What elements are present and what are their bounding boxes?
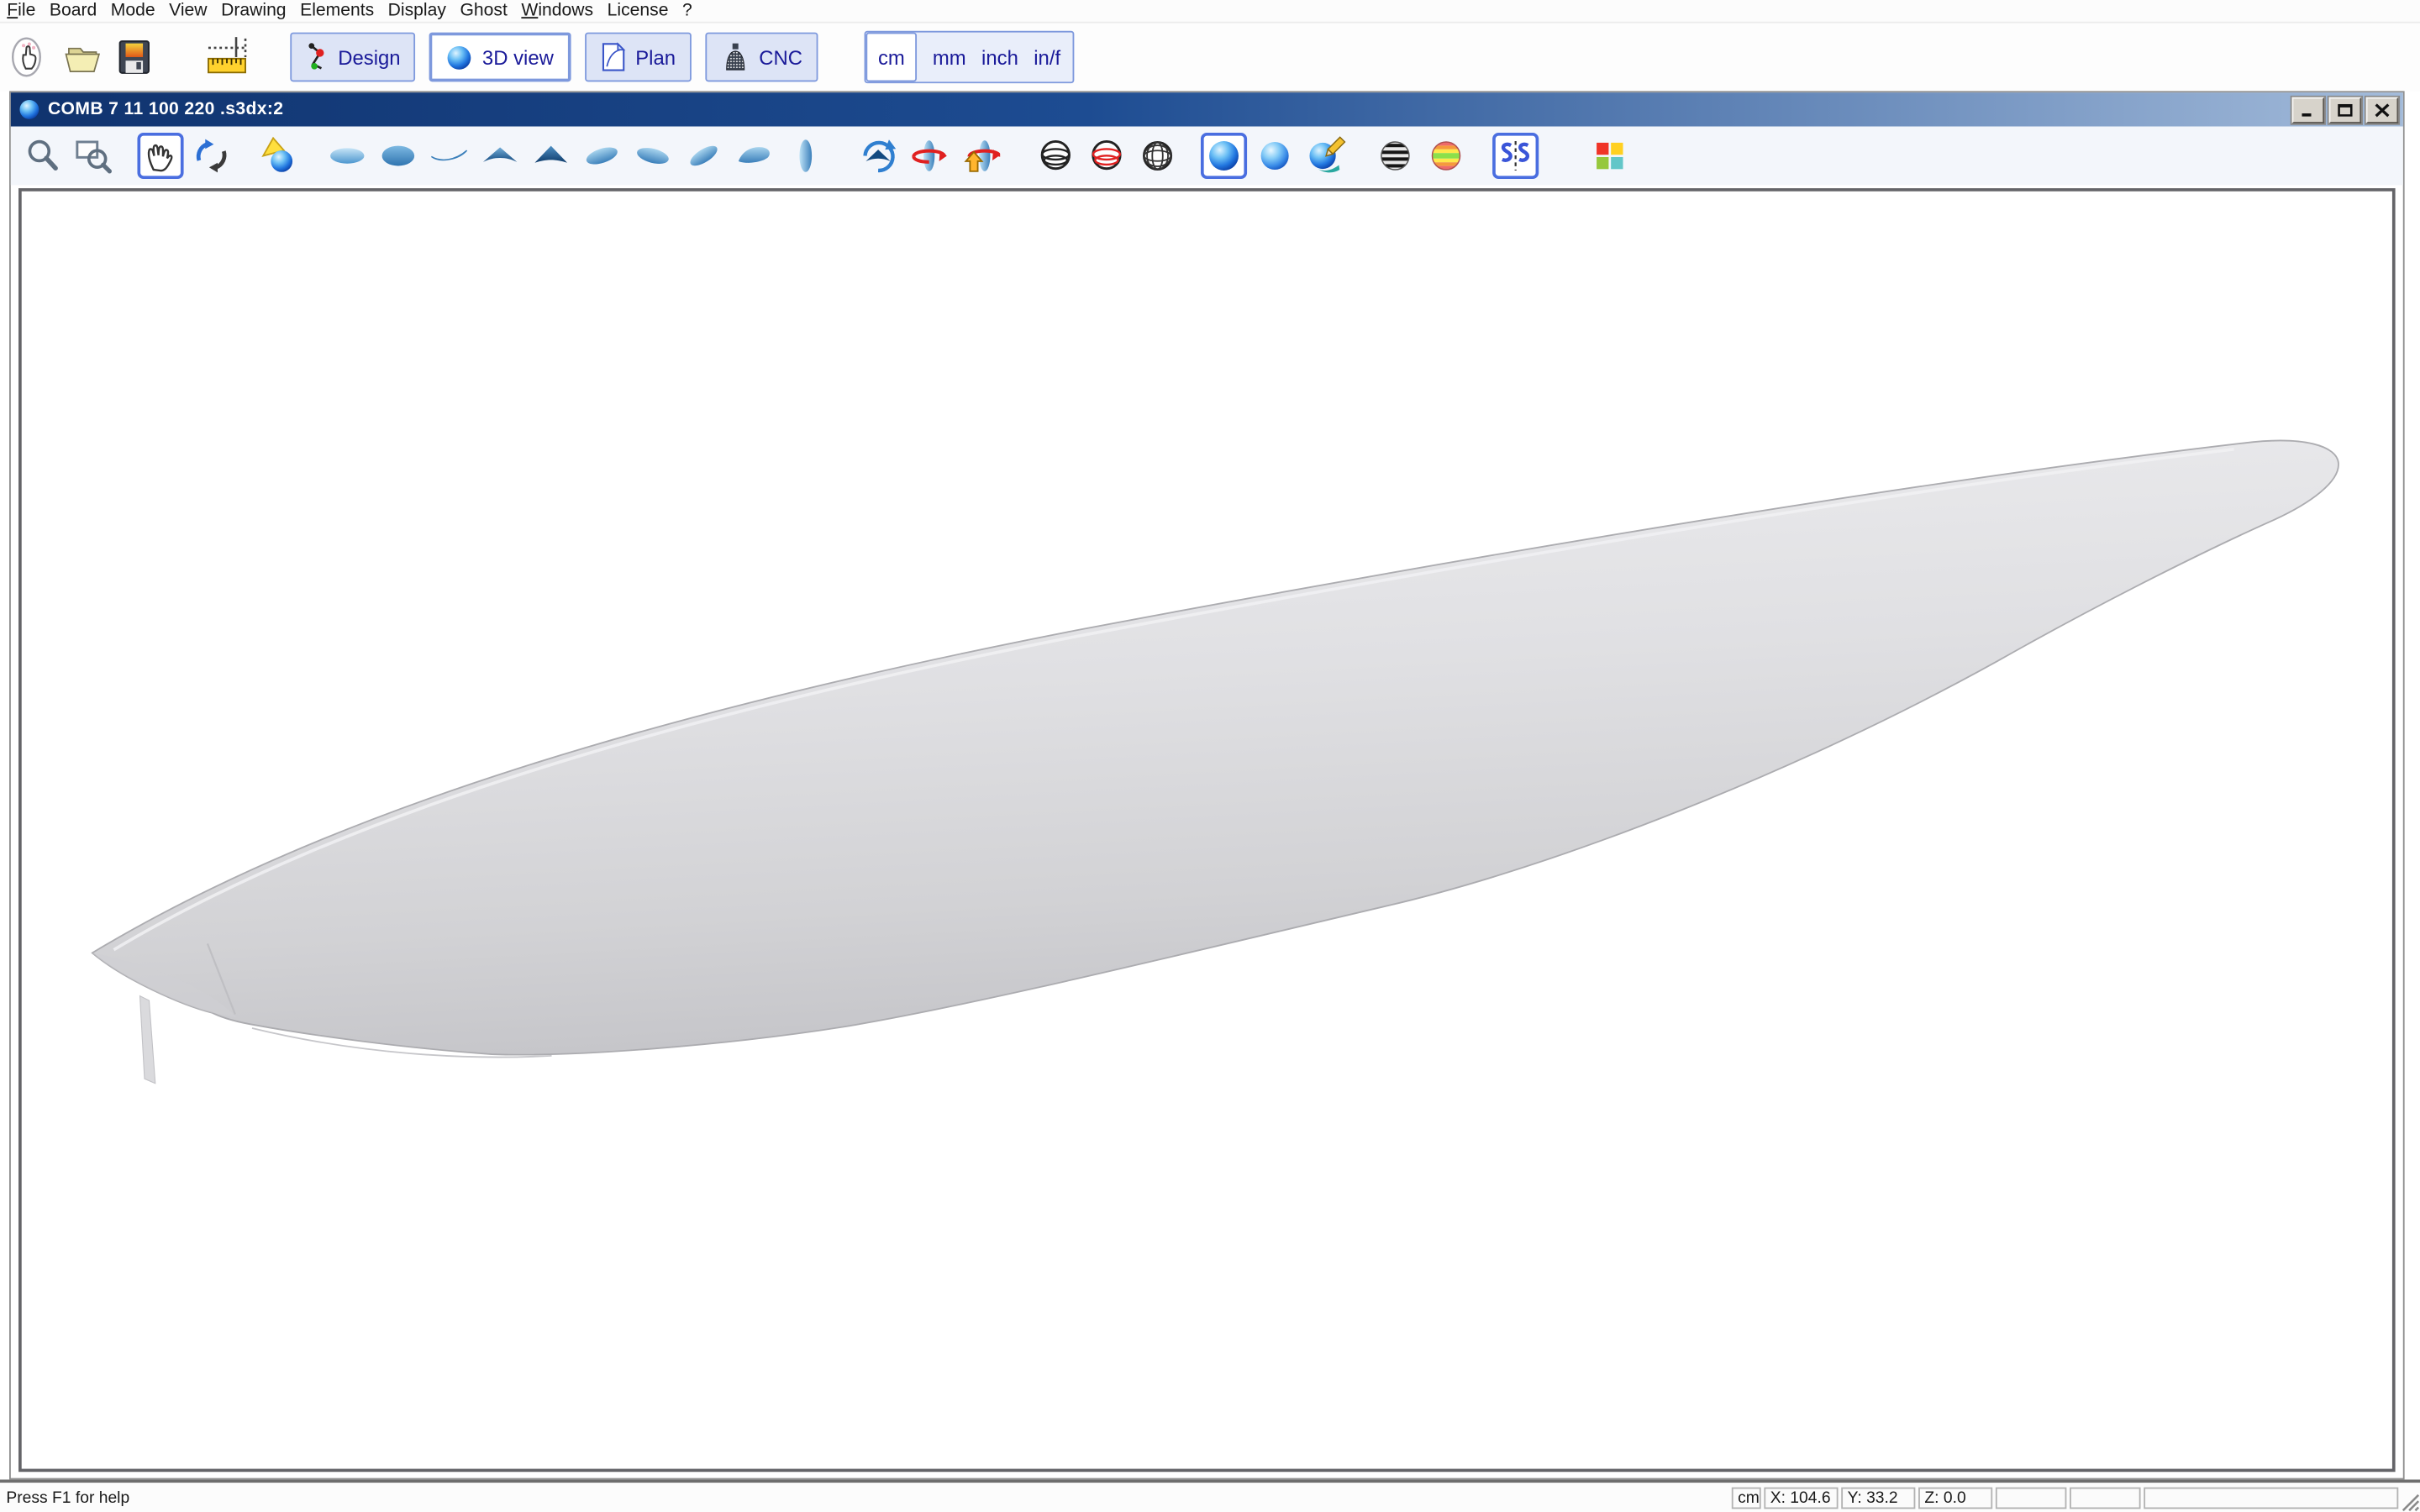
render-design-icon[interactable]: [1302, 133, 1349, 179]
view-vertical-icon[interactable]: [782, 133, 829, 179]
view-perspective-1-icon[interactable]: [579, 133, 625, 179]
maximize-button[interactable]: [2329, 97, 2362, 123]
document-window: COMB 7 11 100 220 .s3dx:2: [9, 91, 2405, 1479]
view-toolbar: [11, 127, 2403, 186]
status-y-coord: Y: 33.2: [1841, 1487, 1915, 1509]
plan-icon: [600, 42, 626, 73]
3d-view-button-label: 3D view: [482, 45, 554, 69]
rotate-3d-icon[interactable]: [188, 133, 234, 179]
plan-button[interactable]: Plan: [585, 33, 692, 82]
resize-grip[interactable]: [2396, 1488, 2420, 1512]
main-toolbar: Design 3D view Plan CNC cm mm: [0, 24, 2420, 92]
status-unit: cm: [1732, 1487, 1761, 1509]
surfboard-fin: [140, 996, 155, 1084]
plan-button-label: Plan: [635, 45, 676, 69]
render-mesh-icon[interactable]: [1134, 133, 1181, 179]
menu-item-elements[interactable]: Elements: [293, 2, 381, 20]
application-window: File Board Mode View Drawing Elements Di…: [0, 0, 2420, 1512]
unit-option-mm[interactable]: mm: [933, 45, 966, 69]
cnc-button-label: CNC: [759, 45, 802, 69]
open-folder-icon[interactable]: [59, 34, 105, 80]
menu-item-help[interactable]: ?: [676, 2, 699, 20]
surfboard-3d-render: [22, 192, 2392, 1469]
status-help-text: Press F1 for help: [6, 1488, 129, 1507]
windows-tile-icon[interactable]: [1586, 133, 1633, 179]
save-icon[interactable]: [111, 34, 157, 80]
menu-item-view[interactable]: View: [162, 2, 214, 20]
design-icon: [306, 42, 329, 73]
document-titlebar[interactable]: COMB 7 11 100 220 .s3dx:2: [11, 92, 2403, 126]
dimensions-icon[interactable]: [203, 34, 250, 80]
design-button[interactable]: Design: [290, 33, 416, 82]
status-z-coord: Z: 0.0: [1918, 1487, 1992, 1509]
render-wireframe-red-icon[interactable]: [1083, 133, 1129, 179]
menu-item-board[interactable]: Board: [43, 2, 104, 20]
view-side-icon[interactable]: [426, 133, 472, 179]
render-wireframe-icon[interactable]: [1033, 133, 1079, 179]
status-bar: Press F1 for help cm X: 104.6 Y: 33.2 Z:…: [0, 1479, 2420, 1512]
status-x-coord: X: 104.6: [1764, 1487, 1838, 1509]
cnc-tool-icon: [720, 42, 750, 73]
unit-option-cm[interactable]: cm: [865, 33, 917, 82]
spin-board-icon[interactable]: [906, 133, 952, 179]
3d-view-button[interactable]: 3D view: [429, 33, 571, 82]
document-icon: [18, 99, 40, 121]
view-perspective-2-icon[interactable]: [629, 133, 676, 179]
menu-item-windows[interactable]: Windows: [514, 2, 600, 20]
view-perspective-4-icon[interactable]: [732, 133, 778, 179]
design-button-label: Design: [338, 45, 400, 69]
view-front-icon[interactable]: [477, 133, 523, 179]
units-selector: cm mm inch in/f: [864, 31, 1074, 83]
cnc-button[interactable]: CNC: [705, 33, 818, 82]
menu-item-ghost[interactable]: Ghost: [453, 2, 514, 20]
render-colormap-icon[interactable]: [1423, 133, 1469, 179]
zoom-area-icon[interactable]: [71, 133, 117, 179]
minimize-button[interactable]: [2292, 97, 2325, 123]
unit-option-inch[interactable]: inch: [981, 45, 1018, 69]
pan-icon[interactable]: [137, 133, 183, 179]
menu-item-display[interactable]: Display: [381, 2, 453, 20]
view-back-icon[interactable]: [528, 133, 574, 179]
render-stripes-icon[interactable]: [1372, 133, 1418, 179]
status-empty-2: [2070, 1487, 2140, 1509]
sphere-icon: [447, 44, 473, 70]
symmetry-icon[interactable]: [1492, 133, 1539, 179]
menu-item-drawing[interactable]: Drawing: [214, 2, 293, 20]
surfboard-outline: [92, 441, 2338, 1055]
menu-item-file[interactable]: File: [0, 2, 43, 20]
unit-option-inf[interactable]: in/f: [1034, 45, 1060, 69]
rotate-board-icon[interactable]: [855, 133, 902, 179]
lighting-icon[interactable]: [255, 133, 301, 179]
raise-board-icon[interactable]: [957, 133, 1003, 179]
view-top-icon[interactable]: [324, 133, 371, 179]
document-title: COMB 7 11 100 220 .s3dx:2: [48, 100, 2287, 118]
new-board-icon[interactable]: [6, 34, 52, 80]
render-shaded-icon[interactable]: [1201, 133, 1247, 179]
menu-bar: File Board Mode View Drawing Elements Di…: [0, 0, 2420, 24]
3d-canvas[interactable]: [18, 188, 2396, 1472]
view-bottom-icon[interactable]: [375, 133, 421, 179]
menu-item-license[interactable]: License: [600, 2, 675, 20]
menu-item-mode[interactable]: Mode: [103, 2, 161, 20]
render-smooth-icon[interactable]: [1252, 133, 1298, 179]
zoom-icon[interactable]: [20, 133, 66, 179]
status-empty-1: [1996, 1487, 2066, 1509]
view-perspective-3-icon[interactable]: [681, 133, 727, 179]
close-button[interactable]: [2366, 97, 2399, 123]
status-empty-3: [2144, 1487, 2398, 1509]
